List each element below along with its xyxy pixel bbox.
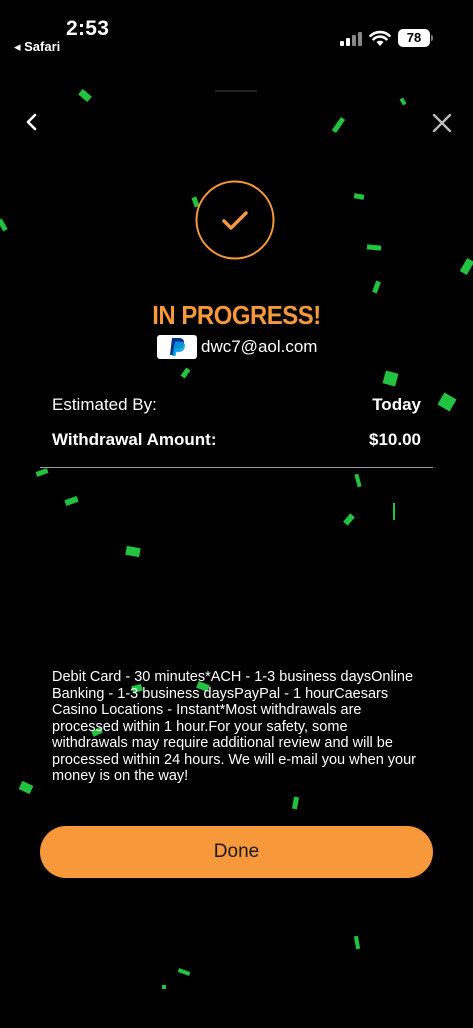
confetti-piece	[382, 370, 399, 387]
confetti-piece	[35, 468, 49, 477]
confetti-piece	[180, 367, 191, 379]
confetti-piece	[291, 796, 300, 810]
divider	[40, 467, 433, 468]
confetti-piece	[331, 117, 346, 133]
confetti-piece	[393, 503, 395, 520]
estimated-value: Today	[372, 395, 421, 414]
battery-cap	[431, 35, 433, 41]
confetti-piece	[399, 97, 407, 106]
account-email: dwc7@aol.com	[201, 337, 318, 356]
confetti-piece	[78, 88, 92, 103]
confetti-piece	[353, 193, 365, 200]
confetti-piece	[354, 473, 362, 488]
confetti-piece	[459, 258, 473, 275]
battery-indicator: 78	[398, 29, 430, 47]
status-time: 2:53	[66, 17, 110, 40]
confetti-piece	[64, 495, 79, 507]
confetti-piece	[366, 244, 382, 251]
confetti-piece	[125, 545, 141, 558]
sheet-grabber	[215, 90, 257, 92]
confetti-piece	[343, 513, 355, 526]
confetti-piece	[18, 780, 34, 795]
withdrawal-amount-label: Withdrawal Amount:	[52, 430, 217, 449]
account-row: dwc7@aol.com	[157, 334, 317, 360]
confetti-piece	[162, 985, 166, 989]
done-button[interactable]: Done	[40, 826, 433, 878]
withdrawal-info-text: Debit Card - 30 minutes*ACH - 1-3 busine…	[52, 669, 417, 784]
confetti-piece	[0, 218, 8, 232]
confetti-piece	[353, 935, 361, 950]
back-chevron-icon[interactable]	[20, 110, 44, 134]
wifi-icon	[369, 30, 391, 46]
checkmark-circle-icon	[195, 180, 275, 260]
status-bar: 2:53 ◂ Safari 78	[0, 0, 473, 60]
estimated-label: Estimated By:	[52, 395, 157, 414]
confetti-piece	[177, 968, 191, 976]
paypal-icon	[157, 335, 197, 359]
back-to-safari-link[interactable]: ◂ Safari	[14, 39, 60, 55]
confetti-piece	[437, 392, 457, 412]
confetti-piece	[372, 280, 381, 294]
withdrawal-amount-value: $10.00	[369, 430, 421, 449]
withdrawal-amount-row: Withdrawal Amount: $10.00	[52, 430, 421, 450]
close-icon[interactable]	[429, 110, 455, 136]
cellular-signal-icon	[340, 32, 362, 46]
status-headline: IN PROGRESS!	[152, 300, 321, 330]
estimated-row: Estimated By: Today	[52, 395, 421, 415]
